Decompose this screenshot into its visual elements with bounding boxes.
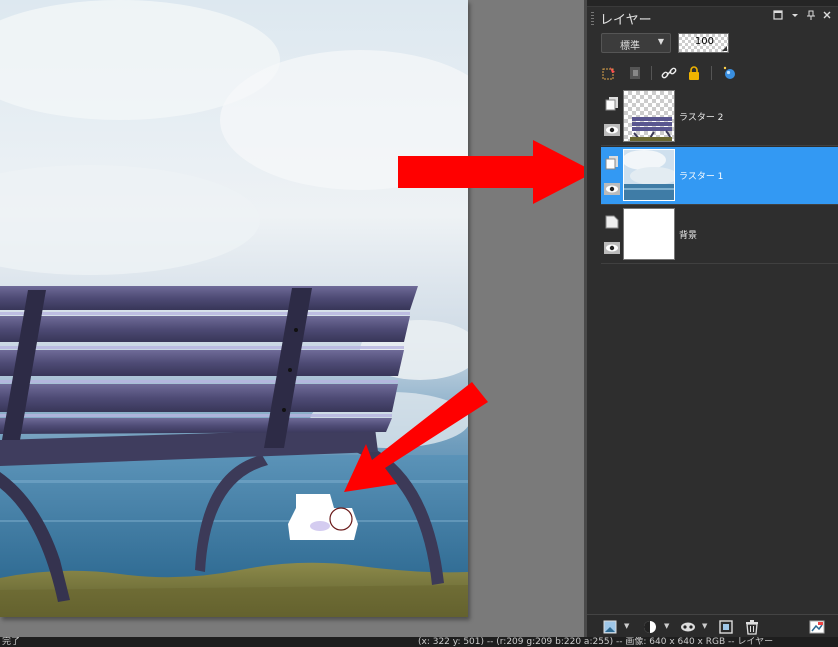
layer-thumbnail bbox=[623, 149, 675, 201]
slider-corner-icon bbox=[722, 46, 727, 51]
mask-layer-icon[interactable] bbox=[680, 619, 696, 635]
layer-name: 背景 bbox=[679, 231, 698, 241]
status-message: 完了 bbox=[2, 637, 21, 647]
layers-toolbar bbox=[587, 61, 838, 85]
document-image[interactable] bbox=[0, 0, 468, 617]
link-icon[interactable] bbox=[661, 65, 677, 81]
layers-bottom-toolbar: ▼ ▼ ▼ bbox=[587, 614, 838, 638]
layer-name: ラスター 2 bbox=[679, 113, 724, 123]
blend-mode-value: 標準 bbox=[620, 41, 640, 52]
adjustment-layer-icon[interactable] bbox=[642, 619, 658, 635]
visibility-eye-icon[interactable] bbox=[604, 180, 620, 195]
chevron-down-icon[interactable]: ▼ bbox=[624, 622, 629, 630]
layer-thumbnail bbox=[623, 208, 675, 260]
chevron-down-icon[interactable]: ▼ bbox=[702, 622, 707, 630]
blend-mode-select[interactable]: 標準 ▼ bbox=[601, 33, 671, 53]
opacity-field[interactable]: 100 bbox=[678, 33, 729, 53]
raster-layer-icon bbox=[605, 96, 619, 111]
lock-icon[interactable] bbox=[686, 65, 702, 81]
toolbar-separator bbox=[711, 66, 712, 80]
panel-header: レイヤー bbox=[587, 7, 838, 29]
raster-layer-icon bbox=[605, 155, 619, 170]
pin-icon[interactable] bbox=[804, 10, 818, 24]
new-layer-icon[interactable] bbox=[602, 619, 618, 635]
image-canvas-area[interactable] bbox=[0, 0, 584, 637]
layer-row-background[interactable]: 背景 bbox=[601, 206, 838, 264]
edit-selection-icon[interactable] bbox=[601, 65, 617, 81]
panel-title: レイヤー bbox=[600, 13, 652, 28]
close-icon[interactable] bbox=[820, 10, 834, 24]
layer-effects-icon[interactable] bbox=[721, 65, 737, 81]
layer-name: ラスター 1 bbox=[679, 172, 724, 182]
layer-row-raster-1[interactable]: ラスター 1 bbox=[601, 147, 838, 205]
layer-row-raster-2[interactable]: ラスター 2 bbox=[601, 88, 838, 146]
mask-icon[interactable] bbox=[627, 65, 643, 81]
toolbar-separator bbox=[651, 66, 652, 80]
layer-thumbnail bbox=[623, 90, 675, 142]
visibility-eye-icon[interactable] bbox=[604, 121, 620, 136]
background-layer-icon bbox=[605, 214, 619, 229]
maximize-icon[interactable] bbox=[771, 10, 785, 24]
drag-grip-icon[interactable] bbox=[591, 12, 594, 26]
layer-properties-icon[interactable] bbox=[809, 619, 825, 635]
visibility-eye-icon[interactable] bbox=[604, 239, 620, 254]
delete-layer-icon[interactable] bbox=[744, 619, 760, 635]
chevron-down-icon: ▼ bbox=[657, 37, 664, 46]
bench-photo bbox=[0, 0, 468, 617]
chevron-down-icon[interactable]: ▼ bbox=[664, 622, 669, 630]
panel-top-strip bbox=[587, 0, 838, 7]
menu-arrow-icon[interactable] bbox=[788, 10, 802, 24]
opacity-value: 100 bbox=[694, 36, 714, 47]
status-info: (x: 322 y: 501) -- (r:209 g:209 b:220 a:… bbox=[418, 637, 774, 647]
duplicate-layer-icon[interactable] bbox=[718, 619, 734, 635]
layers-panel: レイヤー 標準 ▼ 100 ラスター 2 ラスター 1 背景 ▼ ▼ ▼ bbox=[587, 0, 838, 638]
status-bar: 完了 (x: 322 y: 501) -- (r:209 g:209 b:220… bbox=[0, 637, 838, 647]
